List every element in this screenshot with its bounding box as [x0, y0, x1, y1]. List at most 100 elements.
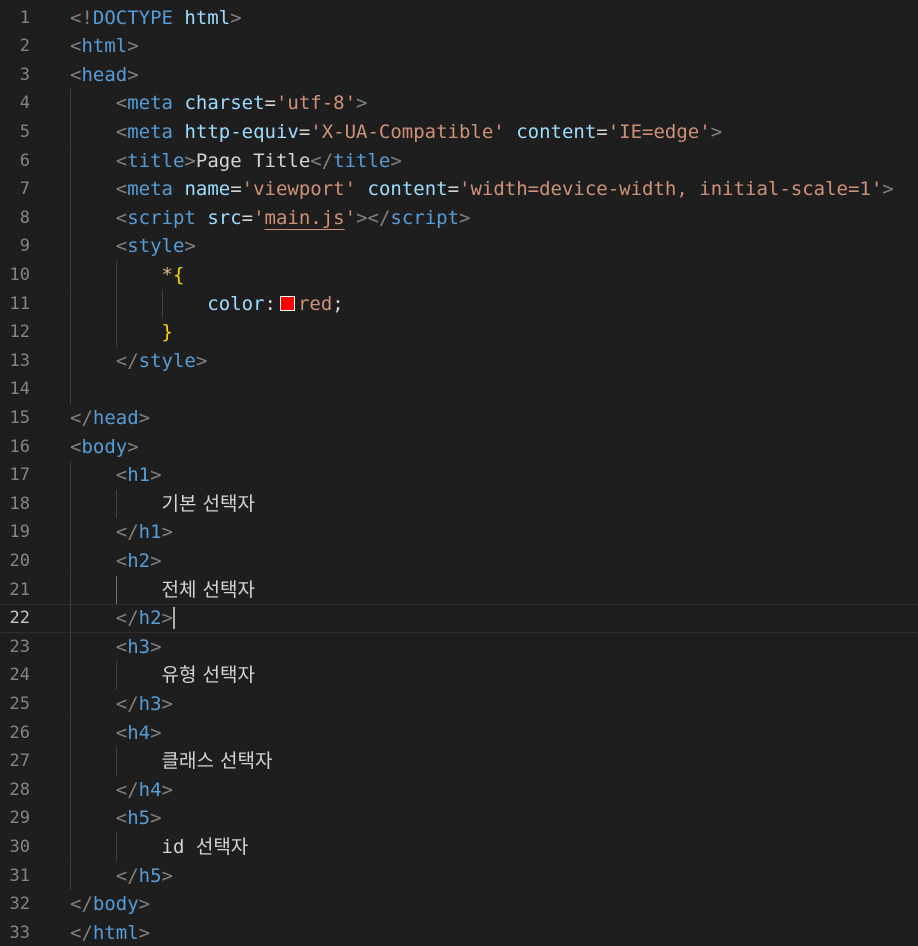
code-text[interactable]: id 선택자 [70, 833, 249, 862]
line-number[interactable]: 33 [0, 919, 30, 946]
line-number[interactable]: 23 [0, 633, 30, 662]
code-text[interactable]: </body> [70, 890, 150, 919]
code-line[interactable]: 23 <h3> [0, 632, 918, 662]
code-text[interactable]: </h5> [70, 862, 173, 891]
code-text[interactable]: </style> [70, 347, 208, 376]
code-text[interactable]: </head> [70, 404, 150, 433]
code-line[interactable]: 12 } [0, 318, 918, 347]
line-number[interactable]: 7 [0, 175, 30, 204]
code-line[interactable]: 19 </h1> [0, 518, 918, 547]
code-line[interactable]: 25 </h3> [0, 689, 918, 719]
code-text[interactable]: <script src='main.js'></script> [70, 204, 471, 233]
line-number[interactable]: 11 [0, 290, 30, 319]
line-number[interactable]: 20 [0, 547, 30, 576]
line-number[interactable]: 15 [0, 404, 30, 433]
code-line[interactable]: 3 <head> [0, 61, 918, 90]
line-number[interactable]: 9 [0, 232, 30, 261]
line-number[interactable]: 12 [0, 318, 30, 347]
code-text[interactable]: 유형 선택자 [70, 661, 255, 690]
code-text[interactable]: 기본 선택자 [70, 490, 255, 519]
code-line[interactable]: 26 <h4> [0, 718, 918, 748]
code-line[interactable]: 22 </h2> [0, 604, 918, 633]
code-line[interactable]: 8 <script src='main.js'></script> [0, 203, 918, 233]
line-number[interactable]: 19 [0, 518, 30, 547]
code-text[interactable]: <h5> [70, 804, 162, 833]
code-line[interactable]: 32 </body> [0, 890, 918, 919]
code-text[interactable]: <h1> [70, 461, 162, 490]
code-line[interactable]: 17 <h1> [0, 461, 918, 490]
line-number[interactable]: 30 [0, 833, 30, 862]
code-line[interactable]: 9 <style> [0, 232, 918, 261]
code-line[interactable]: 29 <h5> [0, 804, 918, 833]
line-number[interactable]: 8 [0, 204, 30, 233]
code-editor[interactable]: 1 <!DOCTYPE html> 2 <html> 3 <head> 4 <meta ch… [0, 0, 918, 946]
line-number[interactable]: 16 [0, 433, 30, 462]
line-number[interactable]: 5 [0, 118, 30, 147]
line-number[interactable]: 22 [0, 604, 30, 633]
code-line[interactable]: 11 color: red; [0, 289, 918, 319]
code-text[interactable]: <meta http-equiv='X-UA-Compatible' conte… [70, 118, 722, 147]
line-number[interactable]: 2 [0, 32, 30, 61]
line-number[interactable]: 32 [0, 890, 30, 919]
code-line[interactable]: 33 </html> [0, 919, 918, 946]
color-swatch[interactable] [279, 295, 295, 311]
line-number[interactable]: 26 [0, 719, 30, 748]
line-number[interactable]: 3 [0, 61, 30, 90]
code-line[interactable]: 27 클래스 선택자 [0, 747, 918, 776]
code-text[interactable]: *{ [70, 261, 185, 290]
line-number[interactable]: 17 [0, 461, 30, 490]
code-text[interactable]: </html> [70, 919, 150, 946]
code-line[interactable]: 31 </h5> [0, 861, 918, 891]
code-text[interactable]: <h2> [70, 547, 162, 576]
code-text[interactable]: </h2> [70, 604, 175, 633]
line-number[interactable]: 6 [0, 147, 30, 176]
code-text[interactable]: 클래스 선택자 [70, 747, 273, 776]
code-text[interactable]: 전체 선택자 [70, 576, 255, 605]
code-line[interactable]: 20 <h2> [0, 546, 918, 576]
code-line[interactable]: 5 <meta http-equiv='X-UA-Compatible' con… [0, 117, 918, 147]
line-number[interactable]: 27 [0, 747, 30, 776]
code-text[interactable]: </h3> [70, 690, 173, 719]
line-number[interactable]: 13 [0, 347, 30, 376]
code-line[interactable]: 18 기본 선택자 [0, 489, 918, 519]
code-line[interactable]: 13 </style> [0, 346, 918, 376]
code-line[interactable]: 10 *{ [0, 260, 918, 290]
code-line[interactable]: 28 </h4> [0, 775, 918, 805]
code-line[interactable]: 6 <title>Page Title</title> [0, 146, 918, 176]
code-text[interactable]: <!DOCTYPE html> [70, 4, 242, 33]
line-number[interactable]: 24 [0, 661, 30, 690]
line-number[interactable]: 31 [0, 862, 30, 891]
code-text[interactable]: <style> [70, 232, 196, 261]
code-text[interactable]: <meta charset='utf-8'> [70, 89, 368, 118]
line-number[interactable]: 28 [0, 776, 30, 805]
code-line[interactable]: 16 <body> [0, 433, 918, 462]
code-line[interactable]: 30 id 선택자 [0, 832, 918, 862]
code-text[interactable]: <title>Page Title</title> [70, 147, 402, 176]
code-text[interactable]: <meta name='viewport' content='width=dev… [70, 175, 894, 204]
code-text[interactable]: </h4> [70, 776, 173, 805]
code-line[interactable]: 2 <html> [0, 32, 918, 61]
line-number[interactable]: 29 [0, 804, 30, 833]
line-number[interactable]: 10 [0, 261, 30, 290]
code-line[interactable]: 24 유형 선택자 [0, 661, 918, 690]
line-number[interactable]: 18 [0, 490, 30, 519]
code-text[interactable]: <head> [70, 61, 139, 90]
line-number[interactable]: 21 [0, 576, 30, 605]
code-text[interactable]: <body> [70, 433, 139, 462]
code-line[interactable]: 14 [0, 375, 918, 404]
code-line[interactable]: 1 <!DOCTYPE html> [0, 4, 918, 33]
line-number[interactable]: 4 [0, 89, 30, 118]
code-text[interactable]: } [70, 318, 173, 347]
line-number[interactable]: 1 [0, 4, 30, 33]
line-number[interactable]: 25 [0, 690, 30, 719]
code-text[interactable]: <h3> [70, 633, 162, 662]
code-text[interactable]: <html> [70, 32, 139, 61]
code-line[interactable]: 7 <meta name='viewport' content='width=d… [0, 175, 918, 204]
code-text[interactable]: color: red; [70, 290, 343, 319]
code-line[interactable]: 4 <meta charset='utf-8'> [0, 89, 918, 118]
code-text[interactable]: </h1> [70, 518, 173, 547]
line-number[interactable]: 14 [0, 375, 30, 404]
code-line[interactable]: 15 </head> [0, 404, 918, 433]
code-text[interactable]: <h4> [70, 719, 162, 748]
code-line[interactable]: 21 전체 선택자 [0, 575, 918, 605]
